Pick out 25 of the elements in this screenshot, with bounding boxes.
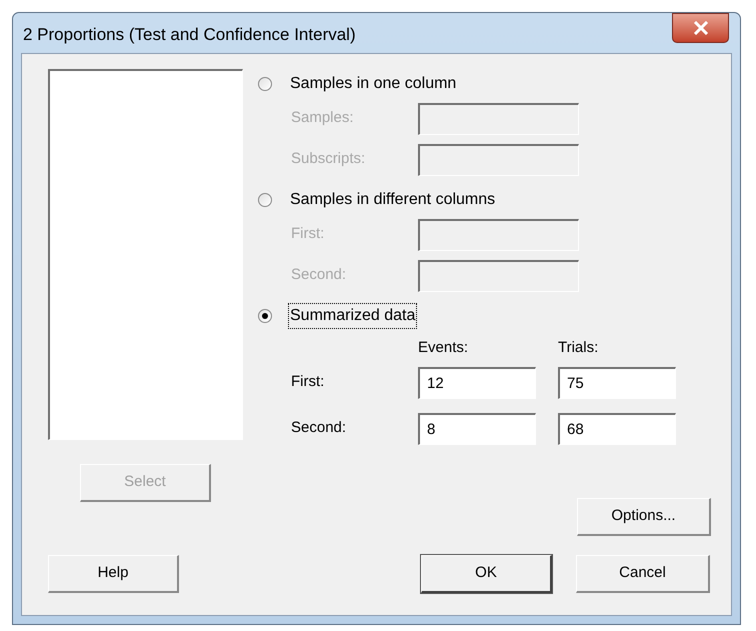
count-field[interactable]: 12	[418, 366, 536, 398]
field-label: First:	[291, 224, 326, 244]
count-field[interactable]: 68	[558, 412, 676, 444]
field-label: Samples:	[291, 108, 355, 128]
radio-button[interactable]	[258, 309, 272, 323]
radio-label[interactable]: Samples in one column	[289, 72, 458, 96]
column-heading: Trials:	[558, 338, 600, 358]
column-heading: Events:	[418, 338, 470, 358]
count-field[interactable]: 8	[418, 412, 536, 444]
field-label: Second:	[291, 265, 348, 286]
row-label: Second:	[291, 418, 348, 438]
help-button[interactable]: Help	[48, 555, 179, 593]
field-label: Subscripts:	[291, 149, 366, 170]
row-label: First:	[291, 372, 326, 392]
radio-button[interactable]	[258, 77, 272, 91]
radio-button[interactable]	[258, 193, 272, 207]
options-button[interactable]: Options...	[577, 498, 711, 536]
radio-label[interactable]: Samples in different columns	[289, 188, 496, 212]
close-icon	[692, 21, 708, 35]
radio-label[interactable]: Summarized data	[289, 304, 416, 328]
window-title: 2 Proportions (Test and Confidence Interval)	[23, 24, 356, 46]
cancel-button[interactable]: Cancel	[576, 555, 710, 593]
ok-button[interactable]: OK	[421, 555, 552, 593]
count-field[interactable]: 75	[558, 366, 676, 398]
close-button[interactable]	[672, 13, 729, 43]
